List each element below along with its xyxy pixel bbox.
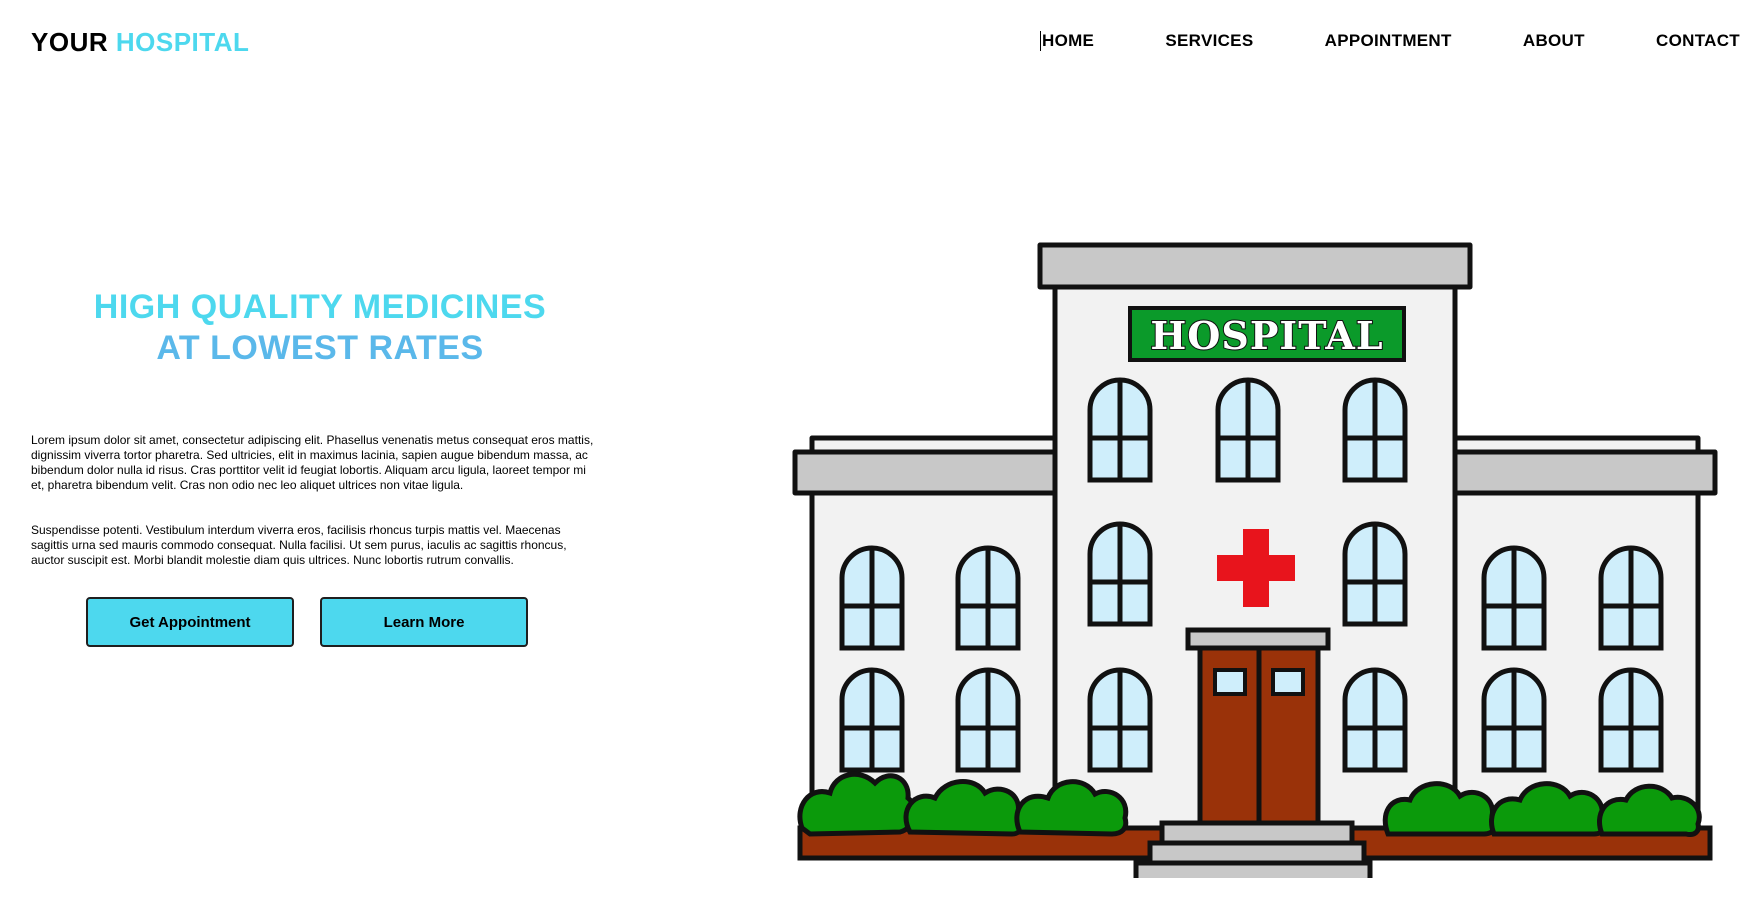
entrance-steps	[1133, 820, 1373, 878]
learn-more-button[interactable]: Learn More	[320, 597, 528, 647]
entrance-door	[1185, 627, 1331, 826]
site-logo[interactable]: YOUR HOSPITAL	[31, 27, 249, 58]
hospital-building-illustration: HOSPITAL	[792, 242, 1718, 878]
nav-services[interactable]: SERVICES	[1165, 31, 1253, 51]
hospital-sign: HOSPITAL	[1128, 306, 1406, 362]
nav-appointment[interactable]: APPOINTMENT	[1325, 31, 1452, 51]
logo-text-your: YOUR	[31, 27, 109, 57]
hero-paragraph-2: Suspendisse potenti. Vestibulum interdum…	[31, 523, 567, 567]
nav-about[interactable]: ABOUT	[1523, 31, 1585, 51]
hero-title-line1: HIGH QUALITY MEDICINES	[93, 288, 547, 326]
nav-contact[interactable]: CONTACT	[1656, 31, 1740, 51]
hero-paragraph-1: Lorem ipsum dolor sit amet, consectetur …	[31, 433, 594, 492]
nav-home[interactable]: HOME	[1040, 31, 1094, 51]
main-nav: HOME SERVICES APPOINTMENT ABOUT CONTACT	[1040, 31, 1740, 51]
logo-text-hospital: HOSPITAL	[115, 27, 250, 57]
get-appointment-button[interactable]: Get Appointment	[86, 597, 294, 647]
hero-title-line2: AT LOWEST RATES	[156, 329, 484, 367]
sign-text: HOSPITAL	[1150, 313, 1383, 358]
page: YOUR HOSPITAL HOME SERVICES APPOINTMENT …	[0, 0, 1760, 897]
hero-title: HIGH QUALITY MEDICINES AT LOWEST RATES	[60, 287, 580, 369]
